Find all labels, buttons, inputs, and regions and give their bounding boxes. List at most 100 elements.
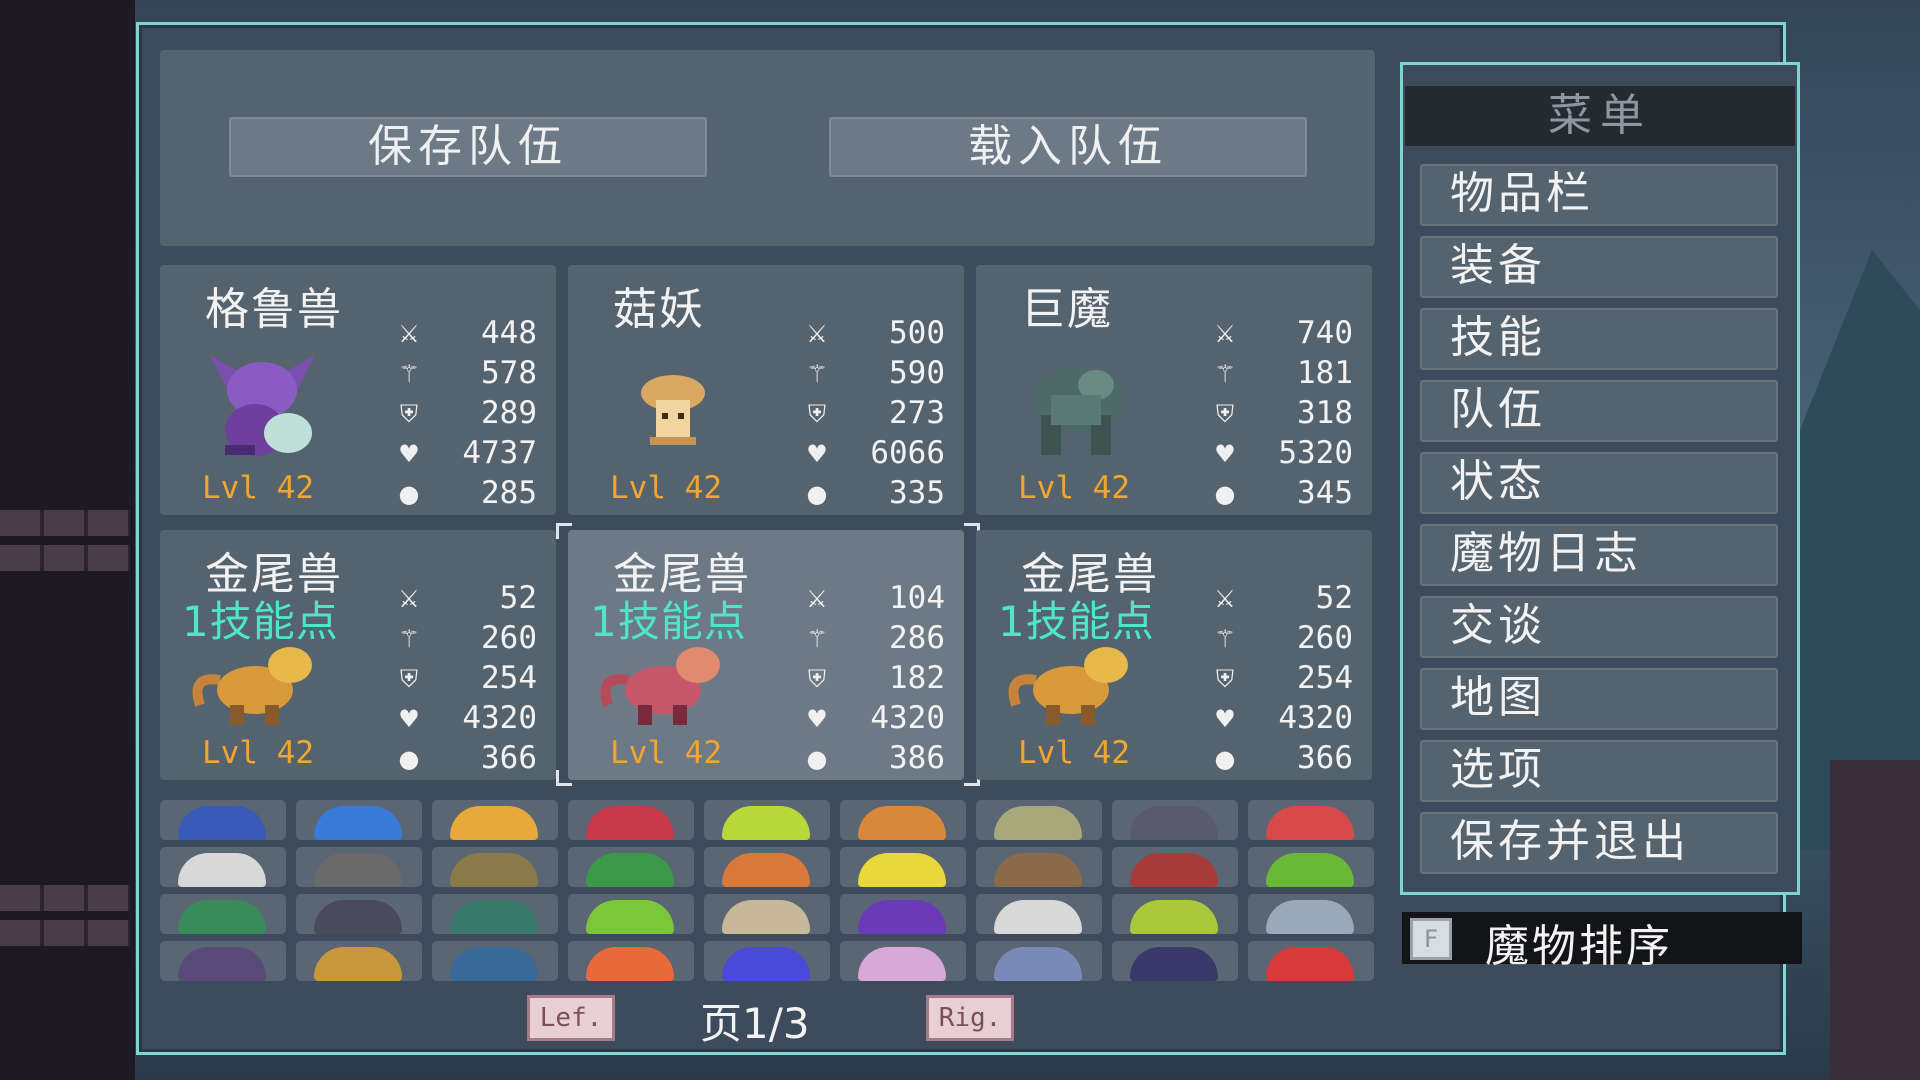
shield-icon: ⛨ [400,400,418,428]
load-team-button[interactable]: 载入队伍 [829,117,1307,177]
monster-card-selected[interactable]: 金尾兽 1技能点 Lvl 42 ⚔ 104 ⚚ 286 ⛨ 182 ♥ 4320 ● 38… [568,530,964,780]
monster-slot[interactable] [432,800,558,840]
monster-card[interactable]: 格鲁兽 Lvl 42 ⚔ 448 ⚚ 578 ⛨ 289 ♥ 4737 ● 285 [160,265,556,515]
monster-slot[interactable] [840,941,966,981]
monster-slot[interactable] [296,800,422,840]
monster-slot[interactable] [160,894,286,934]
monster-slot[interactable] [1248,894,1374,934]
sword-icon: ⚔ [1214,320,1236,348]
heart-icon: ♥ [1214,440,1236,468]
monster-card[interactable]: 金尾兽 1技能点 Lvl 42 ⚔ 52 ⚚ 260 ⛨ 254 ♥ 4320 ● 366 [160,530,556,780]
monster-thumbnail [722,806,810,840]
monster-slot[interactable] [432,941,558,981]
background-brick [0,510,130,536]
menu-item-talk[interactable]: 交谈 [1420,596,1778,658]
monster-slot[interactable] [296,941,422,981]
monster-thumbnail [722,900,810,934]
monster-level: Lvl 42 [610,470,722,506]
staff-icon: ⚚ [806,625,828,653]
monster-slot[interactable] [976,800,1102,840]
monster-slot[interactable] [840,894,966,934]
shield-icon: ⛨ [808,400,826,428]
menu-item-monster-journal[interactable]: 魔物日志 [1420,524,1778,586]
monster-thumbnail [586,806,674,840]
menu-item-status[interactable]: 状态 [1420,452,1778,514]
health-value: 4320 [870,700,945,736]
monster-thumbnail [1266,853,1354,887]
monster-thumbnail [586,900,674,934]
menu-item-inventory[interactable]: 物品栏 [1420,164,1778,226]
monster-slot[interactable] [160,941,286,981]
shield-icon: ⛨ [1216,665,1234,693]
menu-item-skills[interactable]: 技能 [1420,308,1778,370]
monster-stats: ⚔ 448 ⚚ 578 ⛨ 289 ♥ 4737 ● 285 [385,313,545,513]
heart-icon: ♥ [1214,705,1236,733]
menu-item-save-and-quit[interactable]: 保存并退出 [1420,812,1778,874]
attack-value: 104 [889,580,945,616]
attack-value: 500 [889,315,945,351]
sword-icon: ⚔ [806,320,828,348]
health-value: 5320 [1278,435,1353,471]
menu-item-map[interactable]: 地图 [1420,668,1778,730]
monster-thumbnail [178,900,266,934]
menu-item-options[interactable]: 选项 [1420,740,1778,802]
health-value: 4320 [1278,700,1353,736]
monster-slot[interactable] [160,847,286,887]
monster-slot[interactable] [1248,941,1374,981]
monster-thumbnail [722,853,810,887]
monster-slot[interactable] [704,941,830,981]
monster-thumbnail [450,853,538,887]
monster-card[interactable]: 巨魔 Lvl 42 ⚔ 740 ⚚ 181 ⛨ 318 ♥ 5320 ● 345 [976,265,1372,515]
save-team-button[interactable]: 保存队伍 [229,117,707,177]
monster-thumbnail [178,853,266,887]
monster-slot[interactable] [296,894,422,934]
attack-value: 52 [499,580,537,616]
next-page-button[interactable]: Rig. [926,995,1014,1041]
monster-slot[interactable] [1112,800,1238,840]
monster-slot[interactable] [1112,894,1238,934]
monster-slot[interactable] [976,847,1102,887]
monster-slot[interactable] [976,941,1102,981]
sword-icon: ⚔ [806,585,828,613]
monster-slot[interactable] [840,847,966,887]
menu-item-team[interactable]: 队伍 [1420,380,1778,442]
monster-thumbnail [1130,853,1218,887]
monster-slot[interactable] [1112,847,1238,887]
monster-thumbnail [1266,900,1354,934]
monster-slot[interactable] [568,894,694,934]
monster-slot[interactable] [704,800,830,840]
monster-slot[interactable] [568,847,694,887]
monster-card[interactable]: 金尾兽 1技能点 Lvl 42 ⚔ 52 ⚚ 260 ⛨ 254 ♥ 4320 ● 366 [976,530,1372,780]
monster-thumbnail [178,947,266,981]
health-value: 6066 [870,435,945,471]
monster-slot[interactable] [160,800,286,840]
monster-slot[interactable] [704,894,830,934]
monster-card[interactable]: 菇妖 Lvl 42 ⚔ 500 ⚚ 590 ⛨ 273 ♥ 6066 ● 335 [568,265,964,515]
monster-thumbnail [994,806,1082,840]
monster-thumbnail [994,900,1082,934]
monster-slot[interactable] [840,800,966,840]
monster-thumbnail [1130,806,1218,840]
health-value: 4737 [462,435,537,471]
monster-slot[interactable] [704,847,830,887]
monster-slot[interactable] [568,800,694,840]
monster-slot[interactable] [1112,941,1238,981]
sword-icon: ⚔ [1214,585,1236,613]
monster-sprite [192,647,312,725]
monster-thumbnail [1130,900,1218,934]
monster-slot[interactable] [1248,847,1374,887]
monster-slot[interactable] [1248,800,1374,840]
monster-slot[interactable] [976,894,1102,934]
background-wall [1830,760,1920,1080]
mana-value: 366 [1297,740,1353,776]
magic-value: 260 [1297,620,1353,656]
menu-item-equipment[interactable]: 装备 [1420,236,1778,298]
monster-slot[interactable] [432,847,558,887]
staff-icon: ⚚ [1214,625,1236,653]
previous-page-button[interactable]: Lef. [527,995,615,1041]
magic-value: 590 [889,355,945,391]
monster-storage-grid [160,800,1375,983]
monster-slot[interactable] [296,847,422,887]
monster-slot[interactable] [568,941,694,981]
monster-slot[interactable] [432,894,558,934]
